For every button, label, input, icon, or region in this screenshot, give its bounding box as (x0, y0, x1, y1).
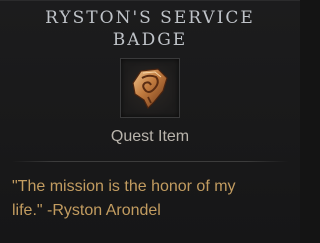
item-name-line-1: RYSTON'S SERVICE (45, 8, 255, 28)
item-flavor-text: "The mission is the honor of my life." -… (12, 175, 292, 223)
flavor-text-line-1: "The mission is the honor of my (12, 178, 236, 195)
item-icon-frame (120, 58, 180, 118)
item-type-label: Quest Item (110, 128, 190, 145)
item-tooltip: RYSTON'S SERVICE BADGE Quest Item "The m… (0, 0, 300, 243)
service-badge-icon (132, 68, 168, 110)
divider (12, 161, 288, 162)
item-name-line-2: BADGE (112, 30, 188, 50)
flavor-text-line-2: life." -Ryston Arondel (12, 202, 161, 219)
